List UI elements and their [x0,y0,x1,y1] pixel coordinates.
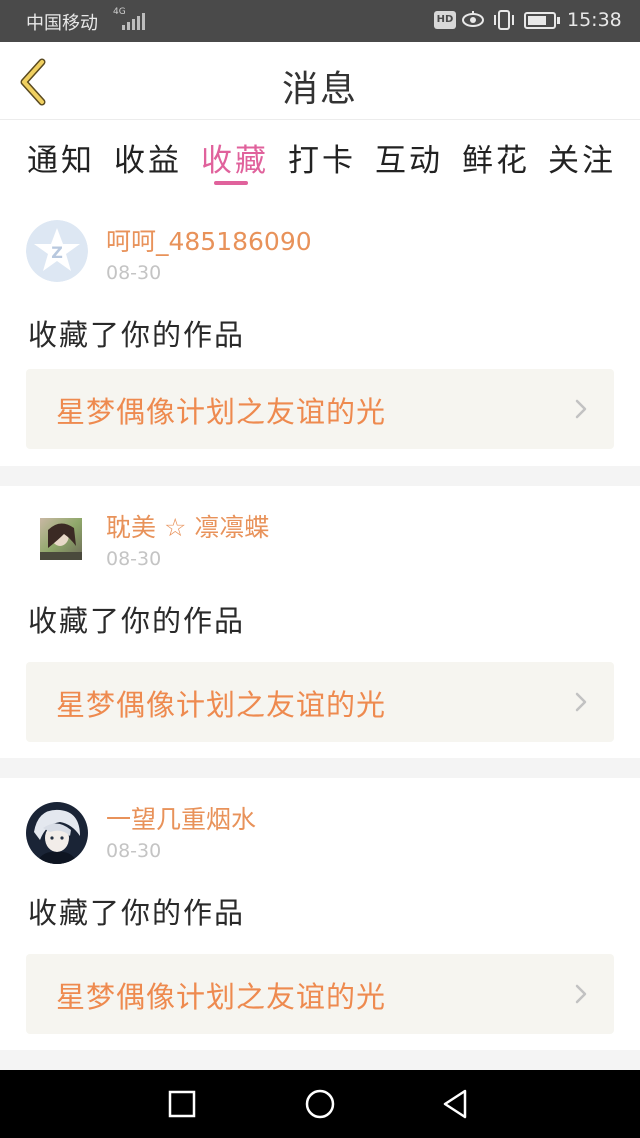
avatar[interactable] [40,518,82,560]
signal-icon [122,12,146,30]
tab-flowers[interactable]: 鲜花 [462,135,530,180]
hd-icon: HD [434,11,456,29]
tab-following[interactable]: 关注 [548,135,616,180]
tab-interaction[interactable]: 互动 [375,135,443,180]
home-button[interactable] [304,1088,336,1120]
tab-notifications[interactable]: 通知 [27,135,95,180]
username-link[interactable]: 一望几重烟水 [106,800,256,836]
work-link[interactable]: 星梦偶像计划之友谊的光 [26,369,614,449]
message-card: 耽美 ☆ 凛凛蝶 08-30 收藏了你的作品 星梦偶像计划之友谊的光 [0,486,640,758]
eye-comfort-icon [462,11,484,27]
recent-apps-button[interactable] [166,1088,198,1120]
default-avatar-icon: Z [26,220,88,282]
message-date: 08-30 [106,840,162,862]
system-back-button[interactable] [440,1088,472,1120]
active-tab-indicator [214,181,248,185]
username-link[interactable]: 耽美 ☆ 凛凛蝶 [106,508,269,544]
chevron-right-icon [575,399,587,419]
message-action-text: 收藏了你的作品 [28,896,246,930]
app-header: 消息 [0,42,640,120]
vibrate-icon [494,10,514,30]
message-action-text: 收藏了你的作品 [28,604,246,638]
carrier-label: 中国移动 [26,13,98,34]
work-link[interactable]: 星梦偶像计划之友谊的光 [26,662,614,742]
tab-bar: 通知 收益 收藏 打卡 互动 鲜花 关注 [0,121,640,201]
work-title: 星梦偶像计划之友谊的光 [56,395,387,429]
svg-text:Z: Z [51,243,63,262]
tab-earnings[interactable]: 收益 [114,135,182,180]
message-card: Z 呵呵_485186090 08-30 收藏了你的作品 星梦偶像计划之友谊的光 [0,200,640,466]
page-title: 消息 [281,69,358,110]
work-link[interactable]: 星梦偶像计划之友谊的光 [26,954,614,1034]
system-navigation-bar [0,1070,640,1138]
chevron-right-icon [575,692,587,712]
username-link[interactable]: 呵呵_485186090 [106,222,312,258]
avatar[interactable]: Z [26,220,88,282]
message-date: 08-30 [106,262,162,284]
message-action-text: 收藏了你的作品 [28,318,246,352]
clock-label: 15:38 [567,9,622,31]
section-divider [0,758,640,778]
section-divider [0,1050,640,1070]
work-title: 星梦偶像计划之友谊的光 [56,688,387,722]
chevron-right-icon [575,984,587,1004]
work-title: 星梦偶像计划之友谊的光 [56,980,387,1014]
avatar[interactable] [26,802,88,864]
user-photo-image [26,802,88,864]
tab-favorites[interactable]: 收藏 [201,135,269,180]
section-divider [0,466,640,486]
message-card: 一望几重烟水 08-30 收藏了你的作品 星梦偶像计划之友谊的光 [0,778,640,1050]
status-bar: 中国移动 4G HD 15:38 [0,0,640,42]
message-date: 08-30 [106,548,162,570]
user-photo-image [40,518,82,560]
battery-icon [524,12,560,29]
tab-checkin[interactable]: 打卡 [288,135,356,180]
